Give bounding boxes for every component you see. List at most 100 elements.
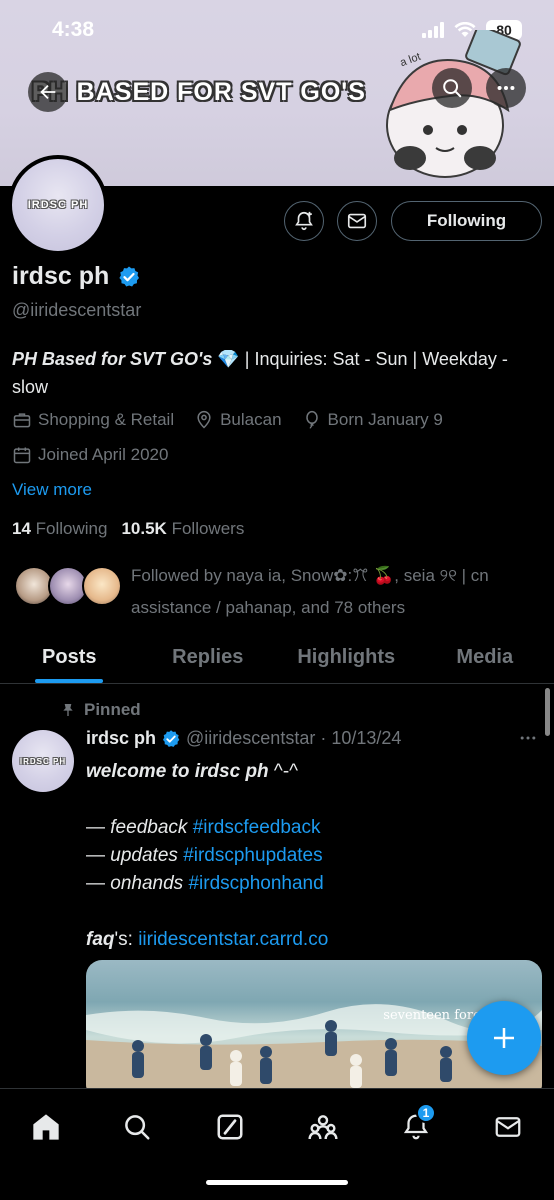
people-icon <box>308 1115 338 1140</box>
post-date: 10/13/24 <box>331 728 402 748</box>
compose-post-button[interactable] <box>467 1001 541 1075</box>
scrollbar[interactable] <box>545 688 550 736</box>
nav-grok[interactable] <box>210 1107 250 1147</box>
pinned-indicator: Pinned <box>60 700 141 720</box>
post-line: — onhands #irdscphonhand <box>86 870 526 898</box>
profile-display-name: irdsc ph <box>12 262 110 290</box>
home-icon <box>33 1114 59 1140</box>
following-count: 14 <box>12 519 31 538</box>
more-options-button[interactable] <box>486 68 526 108</box>
profile-tabs: Posts Replies Highlights Media <box>0 632 554 684</box>
profile-location: Bulacan <box>220 410 282 429</box>
post-line-rest: ^-^ <box>268 761 299 782</box>
gem-emoji-icon: 💎 <box>217 349 240 369</box>
profile-banner[interactable]: 4:38 80 a lot PH BASED FOR SVT GO'S <box>0 0 554 186</box>
more-horizontal-icon <box>520 736 536 740</box>
balloon-icon <box>305 410 318 429</box>
profile-bio: PH Based for SVT GO's 💎 | Inquiries: Sat… <box>12 345 532 401</box>
search-icon <box>125 1115 150 1140</box>
nav-home[interactable] <box>26 1107 66 1147</box>
post-avatar-logo-text: IRDSC PH <box>19 756 67 766</box>
post-line: welcome to irdsc ph ^-^ <box>86 758 526 786</box>
post-line-bold: welcome to irdsc ph <box>86 761 269 782</box>
follow-counts: 14 Following 10.5K Followers <box>12 519 244 539</box>
following-button[interactable]: Following <box>391 201 542 241</box>
verified-badge-icon <box>163 729 180 747</box>
grok-icon <box>217 1114 243 1140</box>
profile-category: Shopping & Retail <box>38 410 175 429</box>
home-indicator[interactable] <box>206 1180 348 1185</box>
pin-icon <box>63 704 73 716</box>
post-more-button[interactable] <box>518 728 538 754</box>
post-text: welcome to irdsc ph ^-^ — feedback #irds… <box>86 758 526 954</box>
birthday-item: Born January 9 <box>302 410 443 430</box>
tab-replies[interactable]: Replies <box>139 632 278 683</box>
arrow-left-icon <box>40 84 56 100</box>
profile-meta-row: Shopping & Retail Bulacan Born January 9 <box>12 410 443 430</box>
nav-communities[interactable] <box>303 1107 343 1147</box>
location-item: Bulacan <box>194 410 282 430</box>
post-line: — feedback #irdscfeedback <box>86 814 526 842</box>
tab-posts[interactable]: Posts <box>0 632 139 683</box>
bio-bold-text: PH Based for SVT GO's <box>12 349 213 369</box>
category-item: Shopping & Retail <box>12 410 174 430</box>
envelope-icon <box>495 1117 521 1137</box>
followers-count: 10.5K <box>121 519 167 538</box>
search-icon <box>443 79 462 98</box>
post-dash: — <box>86 845 111 866</box>
profile-handle: @iiridescentstar <box>12 300 142 320</box>
post-dash: — <box>86 873 111 894</box>
back-button[interactable] <box>28 72 68 112</box>
following-count-link[interactable]: 14 Following <box>12 519 107 539</box>
followed-by-row[interactable]: Followed by naya ia, Snow✿:ꔫ 🍒, seia ୨୧ … <box>12 560 542 620</box>
tab-highlights[interactable]: Highlights <box>277 632 416 683</box>
nav-notifications[interactable]: 1 <box>396 1103 436 1147</box>
search-button[interactable] <box>432 68 472 108</box>
view-more-link[interactable]: View more <box>12 480 92 500</box>
followed-by-text: Followed by naya ia, Snow✿:ꔫ 🍒, seia ୨୧ … <box>131 566 489 617</box>
profile-joined-row: Joined April 2020 <box>12 445 168 465</box>
tab-media[interactable]: Media <box>416 632 554 683</box>
nav-messages[interactable] <box>488 1107 528 1147</box>
followers-count-link[interactable]: 10.5K Followers <box>121 519 244 539</box>
hashtag-link[interactable]: #irdscfeedback <box>193 817 321 838</box>
location-pin-icon <box>197 410 211 429</box>
hashtag-link[interactable]: #irdscphupdates <box>183 845 322 866</box>
avatar-logo-text: IRDSC PH <box>27 199 89 211</box>
post-dash: — <box>86 817 111 838</box>
post-author-name[interactable]: irdsc ph <box>86 728 156 749</box>
calendar-icon <box>13 447 31 464</box>
profile-name-row: irdsc ph <box>12 262 141 291</box>
post-author-handle: @iiridescentstar <box>186 728 316 748</box>
post-separator: · <box>320 728 327 748</box>
hashtag-link[interactable]: #irdscphonhand <box>188 873 323 894</box>
post-line-italic: updates <box>110 845 178 866</box>
post-header: irdsc ph @iiridescentstar · 10/13/24 <box>86 728 401 749</box>
notifications-toggle-button[interactable] <box>284 201 324 241</box>
nav-search[interactable] <box>117 1107 157 1147</box>
verified-badge-icon[interactable] <box>117 265 141 289</box>
more-horizontal-icon <box>497 85 515 91</box>
follower-avatar <box>82 566 122 606</box>
post-line: — updates #irdscphupdates <box>86 842 526 870</box>
message-button[interactable] <box>337 201 377 241</box>
joined-item: Joined April 2020 <box>12 445 168 465</box>
banner-title: PH BASED FOR SVT GO'S <box>32 78 366 106</box>
post-line-italic: feedback <box>110 817 188 838</box>
plus-icon <box>494 1028 514 1048</box>
pinned-label: Pinned <box>84 700 141 719</box>
profile-birthday: Born January 9 <box>327 410 443 429</box>
profile-joined: Joined April 2020 <box>38 445 169 464</box>
post-line-rest: 's: <box>114 929 139 950</box>
profile-avatar[interactable]: IRDSC PH <box>8 155 108 255</box>
post-avatar[interactable]: IRDSC PH <box>12 730 74 792</box>
followers-count-label: Followers <box>171 519 245 538</box>
status-time: 4:38 <box>52 18 95 41</box>
faq-link[interactable]: iiridescentstar.carrd.co <box>138 929 328 950</box>
briefcase-icon <box>13 413 31 428</box>
notification-badge: 1 <box>416 1103 436 1123</box>
post-line-italic: onhands <box>110 873 184 894</box>
envelope-icon <box>347 213 367 229</box>
